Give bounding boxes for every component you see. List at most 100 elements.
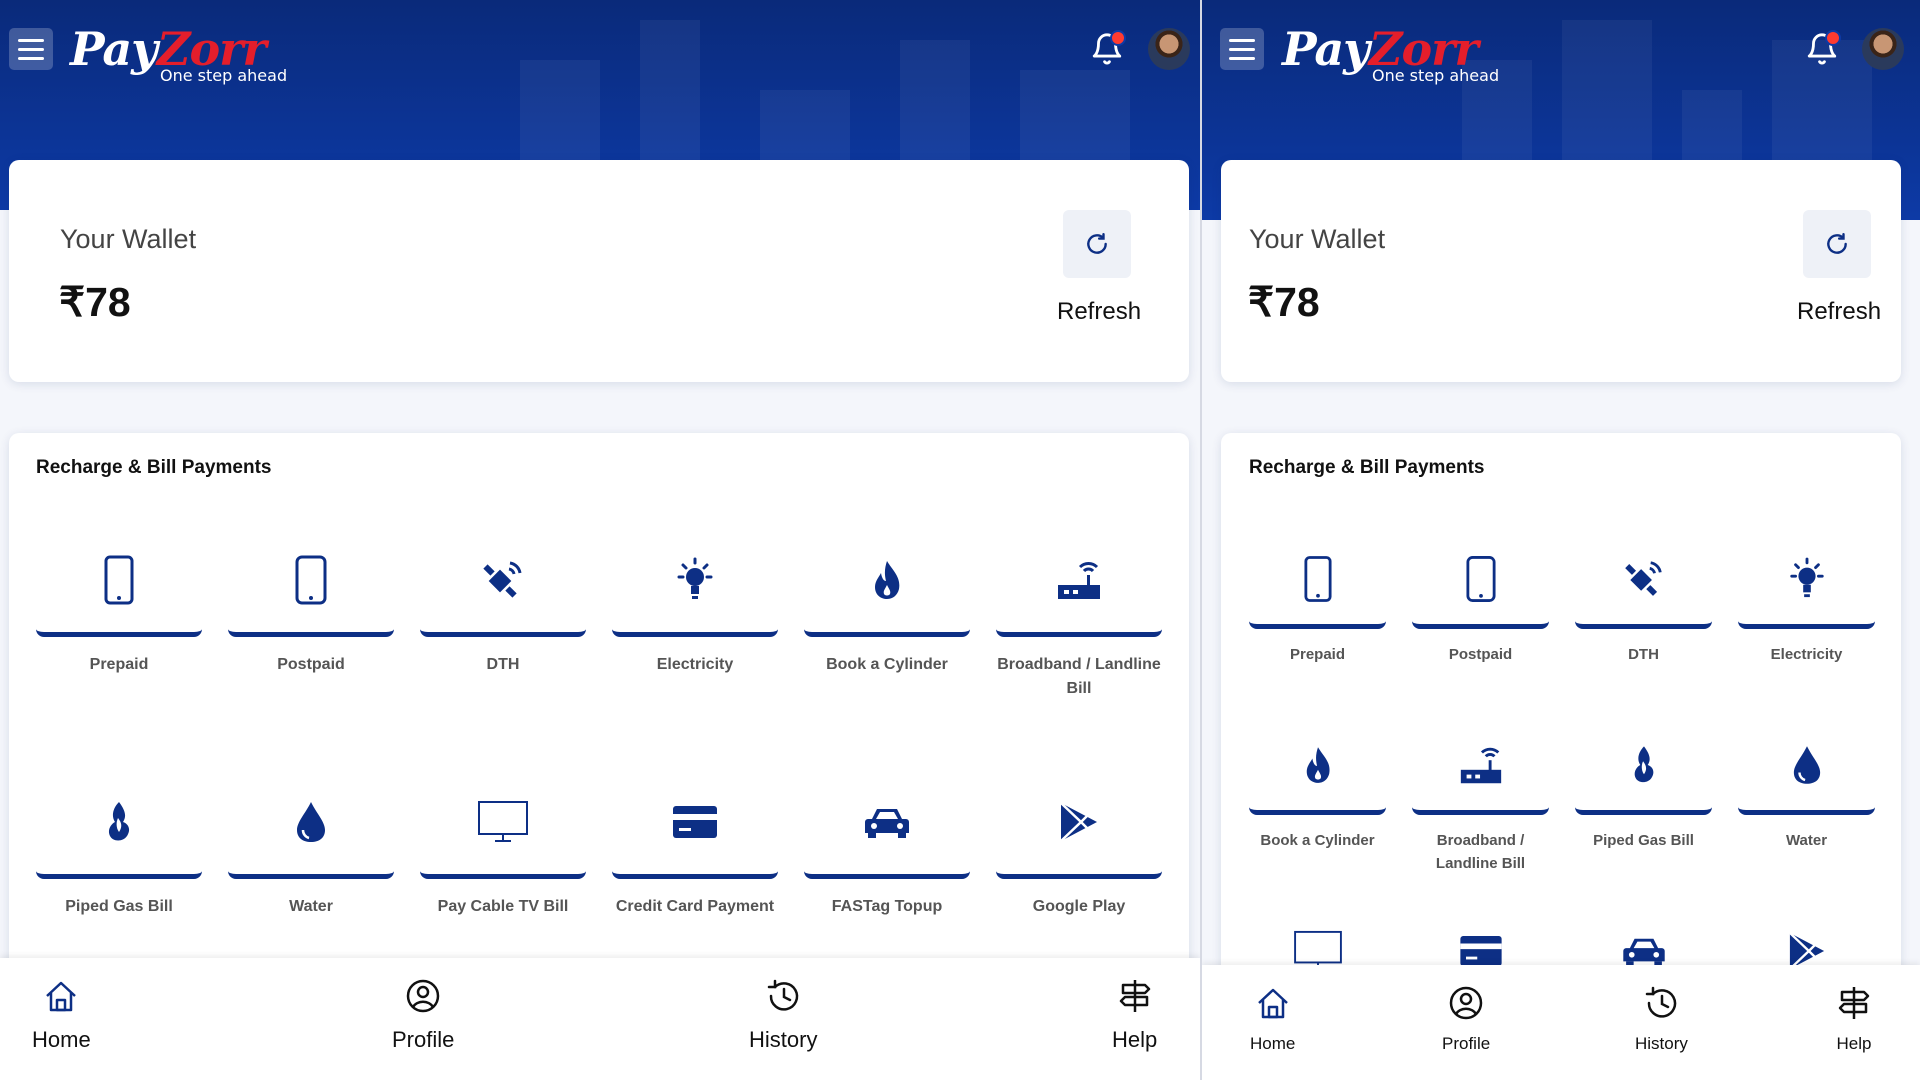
refresh-button[interactable] [1063,210,1131,278]
notification-bell-icon[interactable] [1805,30,1841,66]
app-panel-wide: PayZorr One step ahead Your Wallet ₹78 R… [0,0,1200,1080]
service-label: Broadband / Landline Bill [997,656,1161,697]
gas-flame-icon [108,802,130,841]
services-card: Recharge & Bill Payments Prepaid Postpai… [1221,433,1901,979]
service-label: Google Play [1032,898,1126,915]
service-tile-postpaid[interactable]: Postpaid [228,528,394,736]
wallet-card: Your Wallet ₹78 Refresh [9,160,1189,382]
nav-label: History [749,1027,818,1052]
service-tile-electricity[interactable]: Electricity [1738,533,1875,689]
refresh-label[interactable]: Refresh [1057,298,1141,326]
mobile-phone-icon [104,555,134,605]
bulb-icon [677,557,713,599]
tv-monitor-icon [478,801,528,842]
google-play-icon [1060,802,1097,842]
app-panel-narrow: PayZorr One step ahead Your Wallet ₹78 R… [1202,0,1920,1080]
service-tile-fastag[interactable]: FASTag Topup [804,770,970,978]
nav-item-history[interactable]: History [1635,985,1688,1054]
nav-label: Profile [1442,1034,1491,1053]
brand-tagline: One step ahead [160,66,288,85]
service-label: DTH [486,656,520,673]
nav-item-home[interactable]: Home [1250,985,1295,1054]
brand-tagline: One step ahead [1372,66,1500,85]
credit-card-icon [673,806,717,838]
service-tile-water[interactable]: Water [228,770,394,978]
water-drop-icon [297,802,325,842]
service-tile-google-play[interactable]: Google Play [996,770,1162,978]
refresh-icon [1827,233,1847,254]
service-label: Pay Cable TV Bill [437,898,569,915]
nav-item-help[interactable]: Help [1834,985,1874,1054]
nav-label: History [1635,1034,1688,1053]
notification-bell-icon[interactable] [1090,30,1126,66]
services-title: Recharge & Bill Payments [36,457,272,478]
service-label: Postpaid [1448,646,1513,663]
service-tile-book-a-cylinder[interactable]: Book a Cylinder [1249,719,1386,875]
screenshot-stage: PayZorr One step ahead Your Wallet ₹78 R… [0,0,1920,1080]
wallet-balance: ₹78 [1248,279,1320,325]
service-tile-water[interactable]: Water [1738,719,1875,875]
service-label: Book a Cylinder [826,656,948,673]
nav-item-help[interactable]: Help [1112,978,1157,1053]
flame-icon [875,561,900,599]
service-tile-postpaid[interactable]: Postpaid [1412,533,1549,689]
service-label: Piped Gas Bill [1593,832,1694,849]
nav-item-history[interactable]: History [749,978,817,1053]
credit-card-icon [1459,935,1502,966]
service-tile-electricity[interactable]: Electricity [612,528,778,736]
service-label: Prepaid [1289,646,1346,663]
wallet-title: Your Wallet [60,224,197,254]
service-label: Credit Card Payment [615,898,775,915]
car-icon [1622,938,1665,966]
bottom-nav: Home Profile History Help [1202,965,1920,1080]
menu-button[interactable] [9,28,53,70]
profile-icon [1449,986,1483,1020]
service-tile-piped-gas[interactable]: Piped Gas Bill [36,770,202,978]
menu-button[interactable] [1220,28,1264,70]
service-tile-prepaid[interactable]: Prepaid [1249,533,1386,689]
services-card: Recharge & Bill Payments Prepaid Postpai… [9,433,1189,993]
router-icon [1058,562,1100,599]
service-tile-prepaid[interactable]: Prepaid [36,528,202,736]
satellite-icon [1624,560,1662,596]
profile-icon [406,979,440,1013]
refresh-button[interactable] [1803,210,1871,278]
service-tile-dth[interactable]: DTH [420,528,586,736]
user-avatar[interactable] [1148,28,1190,70]
service-label: Electricity [656,656,734,673]
water-drop-icon [1793,745,1820,784]
flame-icon [1306,746,1330,783]
service-tile-credit-card[interactable]: Credit Card Payment [612,770,778,978]
services-grid: Prepaid Postpaid DTH Electricity Book a … [1249,533,1875,979]
service-label: Book a Cylinder [1260,832,1375,849]
service-label: Piped Gas Bill [65,898,173,915]
signpost-icon [1838,987,1870,1019]
service-tile-book-a-cylinder[interactable]: Book a Cylinder [804,528,970,736]
service-tile-cable-tv[interactable]: Pay Cable TV Bill [420,770,586,978]
router-icon [1460,747,1501,783]
nav-item-home[interactable]: Home [32,978,91,1053]
nav-label: Help [1836,1034,1872,1053]
nav-item-profile[interactable]: Profile [1442,985,1490,1054]
refresh-label[interactable]: Refresh [1797,298,1881,326]
wallet-title: Your Wallet [1249,224,1386,254]
service-tile-broadband[interactable]: Broadband / Landline Bill [996,528,1162,736]
services-title: Recharge & Bill Payments [1249,457,1485,478]
mobile-phone-icon [1303,555,1332,602]
bulb-icon [1789,557,1824,597]
car-icon [865,809,909,838]
home-icon [46,981,77,1012]
satellite-icon [483,561,522,598]
history-icon [767,979,799,1011]
signpost-icon [1119,980,1150,1012]
history-icon [1646,986,1677,1018]
service-tile-broadband[interactable]: Broadband / Landline Bill [1412,719,1549,875]
service-label: Electricity [1770,646,1843,663]
nav-item-profile[interactable]: Profile [392,978,454,1053]
service-tile-piped-gas[interactable]: Piped Gas Bill [1575,719,1712,875]
brand-logo: PayZorr One step ahead [70,22,288,85]
service-tile-dth[interactable]: DTH [1575,533,1712,689]
refresh-icon [1087,233,1107,254]
nav-label: Home [32,1027,91,1052]
user-avatar[interactable] [1862,28,1904,70]
